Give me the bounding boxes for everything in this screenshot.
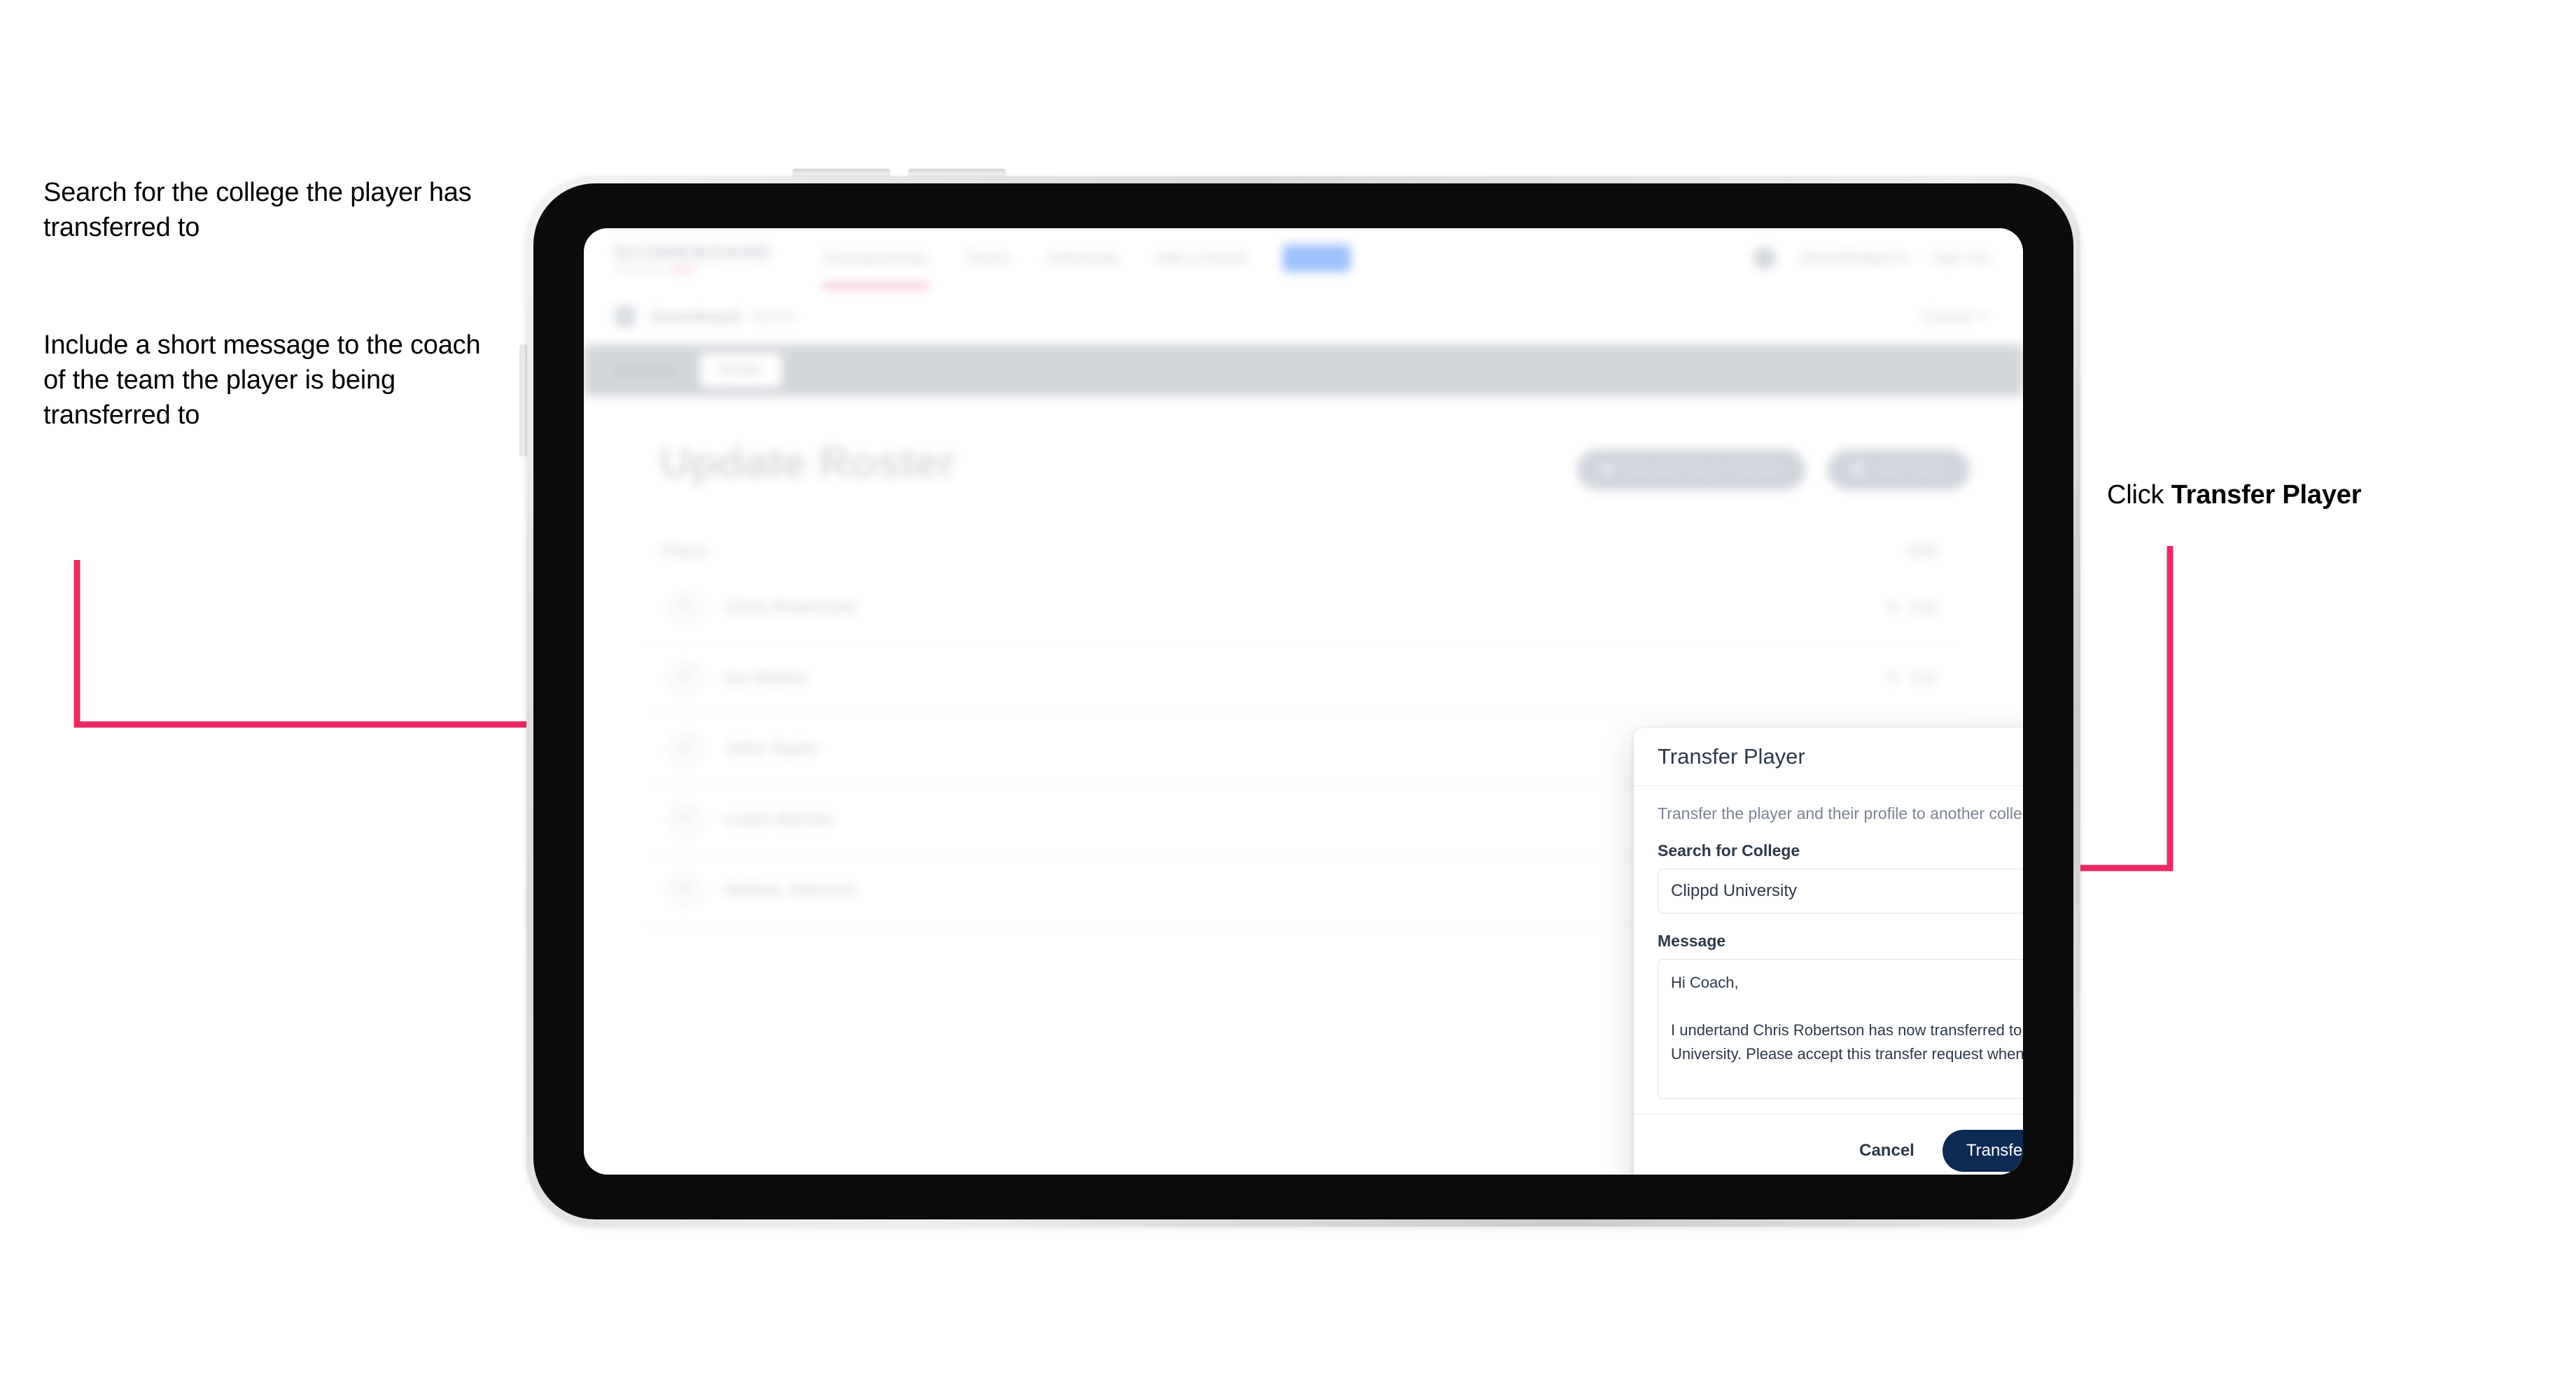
transfer-player-modal: Transfer Player ✕ Transfer the player an…	[1634, 728, 2023, 1175]
search-college-input[interactable]	[1658, 869, 2023, 913]
edit-label: Edit	[1911, 598, 1938, 616]
tablet-screen: SCOREBOARD Powered by clippd Championshi…	[584, 228, 2023, 1175]
powered-by-label: Powered by	[615, 264, 663, 274]
avatar	[669, 592, 701, 624]
modal-title: Transfer Player	[1658, 744, 1805, 769]
volume-down-button[interactable]	[908, 169, 1006, 177]
nav-admin-pill[interactable]: Admin	[1282, 244, 1352, 272]
screenshot-root: Search for the college the player has tr…	[0, 0, 2576, 1386]
message-label: Message	[1658, 932, 1726, 950]
player-name: Nathan Johnson	[725, 881, 858, 899]
avatar	[669, 733, 701, 765]
annotation-right-bold: Transfer Player	[2171, 480, 2362, 510]
avatar	[669, 804, 701, 836]
modal-header: Transfer Player ✕	[1634, 728, 2023, 786]
nav-item-individuals[interactable]: Individuals	[1046, 228, 1119, 288]
page-action-buttons: Request Player Transfer Add Player	[1576, 449, 1970, 490]
add-player-label: Add Player	[1874, 461, 1946, 477]
breadcrumb-icon	[615, 306, 636, 327]
plus-icon	[1851, 463, 1865, 476]
request-player-transfer-label: Request Player Transfer	[1623, 461, 1782, 477]
brand-name-label: clippd	[668, 264, 695, 274]
nav-item-add-a-round[interactable]: Add a Round	[1156, 228, 1245, 288]
brand-subtitle: Powered by clippd	[615, 264, 772, 274]
message-textarea[interactable]	[1658, 959, 2023, 1099]
cancel-button[interactable]: Cancel	[1855, 1140, 1919, 1161]
tablet-inner-frame: SCOREBOARD Powered by clippd Championshi…	[533, 183, 2073, 1219]
table-row[interactable]: Ian Walker ✎ Edit	[641, 643, 1966, 714]
nav-user-area: admin@clippd.io Sign Out	[1753, 247, 1989, 270]
tablet-device: SCOREBOARD Powered by clippd Championshi…	[519, 169, 2080, 1226]
sign-out-link[interactable]: Sign Out	[1932, 250, 1989, 267]
page-title: Update Roster	[659, 439, 956, 487]
pencil-icon: ✎	[1886, 669, 1900, 687]
chevron-down-icon[interactable]: ▾	[1980, 309, 1987, 324]
add-player-button[interactable]: Add Player	[1828, 449, 1970, 490]
search-college-label: Search for College	[1658, 841, 1800, 860]
breadcrumb-main[interactable]: Scoreboard	[651, 307, 741, 326]
transfer-icon	[1600, 463, 1614, 476]
avatar	[669, 874, 701, 906]
modal-description: Transfer the player and their profile to…	[1658, 804, 2023, 822]
avatar[interactable]	[1753, 247, 1776, 270]
tab-roster[interactable]: Roster	[699, 354, 783, 387]
power-button[interactable]	[519, 344, 527, 456]
top-navigation-bar: SCOREBOARD Powered by clippd Championshi…	[584, 228, 2023, 289]
user-email-label: admin@clippd.io	[1799, 250, 1909, 266]
table-row[interactable]: Chris Robertson ✎ Edit	[641, 573, 1966, 643]
annotation-click-transfer: Click Transfer Player	[2107, 477, 2555, 512]
tablet-bezel: SCOREBOARD Powered by clippd Championshi…	[519, 169, 2080, 1226]
player-name: John Taylor	[725, 739, 820, 758]
nav-item-championships[interactable]: Championships	[822, 228, 929, 288]
list-header-edit: Edit	[1908, 542, 1938, 559]
request-player-transfer-button[interactable]: Request Player Transfer	[1576, 449, 1806, 490]
volume-up-button[interactable]	[792, 169, 890, 177]
brand-logo[interactable]: SCOREBOARD Powered by clippd	[615, 242, 772, 274]
edit-label: Edit	[1911, 669, 1938, 687]
edit-link[interactable]: ✎ Edit	[1887, 669, 1938, 687]
pencil-icon: ✎	[1886, 598, 1900, 616]
tab-overview[interactable]: Overview	[615, 362, 676, 379]
breadcrumb-sub: Admin	[750, 307, 797, 326]
transfer-player-button[interactable]: Transfer Player	[1942, 1130, 2023, 1172]
edit-link[interactable]: ✎ Edit	[1887, 598, 1938, 617]
breadcrumb-actions: Cancel ▾	[1921, 307, 1987, 326]
nav-items: Championships Teams Individuals Add a Ro…	[822, 228, 1352, 288]
tabs-band: Overview Roster	[584, 344, 2023, 396]
player-name: Lewis Barnes	[725, 810, 834, 829]
avatar	[669, 662, 701, 694]
player-name: Chris Robertson	[725, 598, 858, 617]
annotation-right-prefix: Click	[2107, 480, 2171, 510]
breadcrumb-cancel-link[interactable]: Cancel	[1921, 307, 1972, 326]
brand-wordmark: SCOREBOARD	[615, 242, 773, 263]
nav-item-teams[interactable]: Teams	[965, 228, 1011, 288]
player-name: Ian Walker	[725, 668, 809, 687]
list-header-player: Player	[662, 542, 709, 559]
modal-body: Transfer the player and their profile to…	[1634, 786, 2023, 1114]
modal-footer: Cancel Transfer Player	[1634, 1114, 2023, 1175]
breadcrumb-bar: Scoreboard Admin Cancel ▾	[584, 288, 2023, 345]
